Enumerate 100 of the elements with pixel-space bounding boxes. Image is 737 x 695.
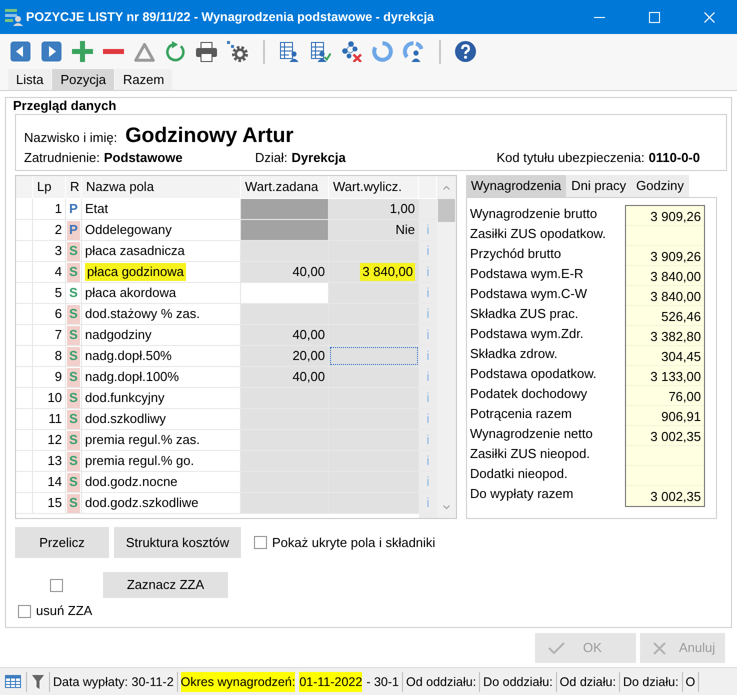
refresh-icon[interactable] — [165, 41, 186, 62]
field-type-marker: S — [67, 242, 80, 260]
summary-label: Podstawa wym.Zdr. — [470, 325, 584, 343]
row-number: 15 — [33, 493, 66, 513]
row-number: 11 — [33, 409, 66, 429]
set-value-field[interactable] — [241, 493, 329, 513]
scrollbar-thumb[interactable] — [438, 199, 455, 222]
field-type-marker: S — [67, 452, 80, 470]
scroll-up-icon[interactable] — [443, 186, 450, 190]
row-number: 9 — [33, 367, 66, 387]
summary-value: 3 002,35 — [626, 426, 704, 446]
status-text: O — [686, 674, 696, 690]
minimize-icon[interactable] — [594, 16, 605, 18]
printer-icon[interactable] — [196, 42, 217, 62]
tab[interactable]: Godziny — [631, 175, 689, 197]
computed-value: 3 840,00 — [329, 262, 419, 282]
status-text: Od działu: — [560, 674, 616, 690]
checkbox[interactable] — [50, 578, 63, 592]
tab[interactable]: Razem — [115, 69, 172, 90]
button[interactable]: Przelicz — [15, 527, 109, 558]
row-number: 1 — [33, 199, 66, 219]
set-value-field[interactable]: 40,00 — [241, 262, 329, 282]
summary-label: Zasiłki ZUS nieopod. — [470, 445, 591, 463]
summary-label: Zasiłki ZUS opodatkow. — [470, 225, 607, 243]
summary-value: 304,45 — [626, 346, 704, 366]
checkbox[interactable] — [18, 604, 31, 618]
field-type-marker: S — [67, 346, 80, 366]
row-number: 7 — [33, 325, 66, 345]
summary-label: Do wypłaty razem — [470, 485, 574, 503]
field-label: Zatrudnienie: — [24, 150, 100, 166]
ring-person-icon[interactable] — [403, 41, 424, 62]
set-value-field[interactable] — [241, 409, 329, 429]
set-value-field[interactable] — [241, 451, 329, 471]
button[interactable]: Struktura kosztów — [114, 527, 241, 558]
checkbox[interactable] — [254, 536, 267, 549]
summary-value: 3 382,80 — [626, 326, 704, 346]
tab[interactable]: Wynagrodzenia — [466, 175, 566, 197]
field-type-marker: S — [67, 304, 80, 324]
column-header[interactable]: Wart.zadana — [241, 176, 329, 198]
tab[interactable]: Pozycja — [52, 69, 114, 90]
row-number: 4 — [33, 262, 66, 282]
table-person-icon[interactable] — [279, 41, 300, 62]
summary-label: Składka ZUS prac. — [470, 305, 580, 323]
row-number: 5 — [33, 283, 66, 303]
set-value-field[interactable] — [241, 472, 329, 492]
summary-label: Podstawa wym.C-W — [470, 285, 588, 303]
maximize-icon[interactable] — [649, 12, 660, 22]
column-header[interactable]: R — [66, 176, 82, 198]
tab[interactable]: Dni pracy — [566, 175, 632, 197]
list-person-icon — [5, 8, 23, 26]
table-person-check-icon[interactable] — [310, 41, 331, 62]
field-type-marker: S — [67, 388, 80, 408]
scrollbar[interactable] — [437, 176, 456, 518]
field-type-marker: P — [68, 200, 79, 218]
summary-value: 3 840,00 — [626, 286, 704, 306]
set-value-field[interactable]: 40,00 — [241, 325, 329, 345]
scroll-down-icon[interactable] — [443, 505, 450, 509]
column-header[interactable]: Nazwa pola — [82, 176, 241, 198]
plus-icon[interactable] — [72, 41, 93, 62]
field-label: Nazwisko i imię: — [24, 130, 118, 146]
triangle-icon[interactable] — [134, 42, 155, 62]
status-text: Data wypłaty: 30-11-2 — [53, 674, 174, 691]
status-text: - 30-1 — [366, 674, 399, 690]
nodes-delete-icon[interactable] — [341, 41, 362, 62]
checkbox-label: usuń ZZA — [36, 603, 92, 619]
summary-value: 3 840,00 — [626, 266, 704, 286]
button[interactable]: Zaznacz ZZA — [103, 572, 228, 598]
computed-value: 1,00 — [329, 199, 419, 219]
row-number: 12 — [33, 430, 66, 450]
summary-label: Podstawa opodatkow. — [470, 365, 598, 383]
set-value-field[interactable] — [241, 430, 329, 450]
set-value-field[interactable]: 40,00 — [241, 367, 329, 387]
close-icon[interactable] — [704, 12, 715, 22]
status-text: Okres wynagrodzeń: — [180, 672, 296, 692]
summary-value: 906,91 — [626, 406, 704, 426]
set-value-field[interactable]: 20,00 — [241, 346, 329, 366]
summary-label: Podstawa wym.E-R — [470, 265, 584, 283]
set-value-field[interactable] — [241, 388, 329, 408]
row-number: 2 — [33, 220, 66, 240]
field-type-marker: S — [68, 284, 79, 302]
field-value: Podstawowe — [104, 150, 183, 166]
employee-name: Godzinowy Artur — [125, 123, 294, 148]
ring-icon[interactable] — [372, 41, 393, 62]
row-number: 13 — [33, 451, 66, 471]
section-title: Przegląd danych — [13, 98, 116, 114]
field-value: Dyrekcja — [292, 150, 346, 166]
field-label: Dział: — [255, 150, 288, 166]
set-value-field[interactable] — [241, 241, 329, 261]
row-number: 6 — [33, 304, 66, 324]
set-value-field[interactable] — [241, 304, 329, 324]
table-icon[interactable] — [5, 675, 21, 688]
column-header[interactable]: Wart.wylicz. — [329, 176, 419, 198]
tab[interactable]: Lista — [8, 69, 52, 90]
field-type-marker: S — [67, 326, 80, 344]
gear-icon[interactable] — [227, 41, 248, 62]
help-icon[interactable] — [455, 41, 476, 62]
field-type-marker: P — [67, 220, 80, 240]
filter-icon[interactable] — [32, 674, 44, 688]
column-header[interactable]: Lp — [33, 176, 66, 198]
summary-label: Wynagrodzenie netto — [470, 425, 594, 443]
